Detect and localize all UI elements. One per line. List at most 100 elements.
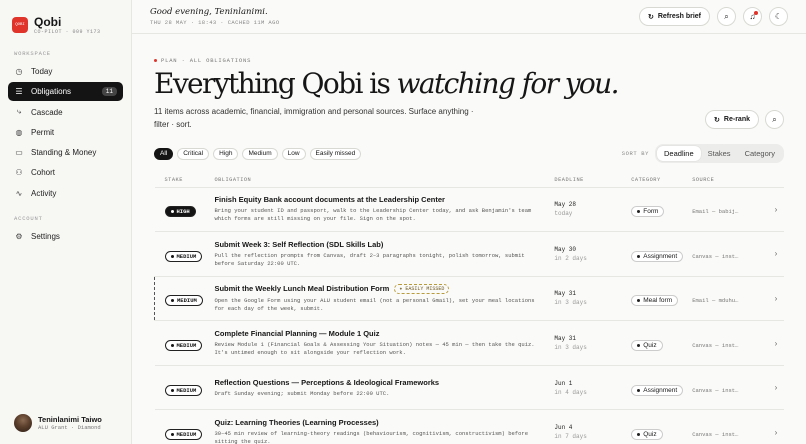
sidebar-item-activity[interactable]: ∿ Activity bbox=[8, 184, 123, 203]
column-header-stake[interactable]: STAKE bbox=[154, 173, 215, 188]
filter-bar: All Critical High Medium Low Easily miss… bbox=[154, 144, 784, 163]
category-dot-icon bbox=[637, 254, 641, 258]
notifications-button[interactable]: ♫ bbox=[743, 7, 762, 26]
obligation-description: 30–45 min review of learning-theory read… bbox=[214, 430, 529, 444]
table-row[interactable]: MEDIUM Submit Week 3: Self Reflection (S… bbox=[154, 231, 784, 277]
stake-badge: MEDIUM bbox=[165, 295, 203, 307]
chevron-right-icon[interactable]: › bbox=[768, 365, 784, 411]
brand[interactable]: QOBI Qobi CO-PILOT · 009 Y173 bbox=[8, 0, 123, 50]
filter-chip-medium[interactable]: Medium bbox=[242, 147, 278, 160]
stake-cell: MEDIUM bbox=[154, 276, 215, 322]
source-label: Canvas — inst… bbox=[692, 342, 739, 350]
red-dot-icon bbox=[154, 59, 157, 62]
refresh-brief-button[interactable]: ↻ Refresh brief bbox=[638, 7, 710, 26]
moon-icon: ☾ bbox=[774, 12, 783, 21]
page-description: 11 items across academic, financial, imm… bbox=[154, 107, 474, 129]
source-label: Canvas — inst… bbox=[692, 431, 739, 439]
stake-dot-icon bbox=[170, 210, 174, 214]
obligation-description: Draft Sunday evening; submit Monday befo… bbox=[214, 389, 390, 397]
brand-subtitle: CO-PILOT · 009 Y173 bbox=[34, 28, 101, 35]
chevron-right-icon[interactable]: › bbox=[768, 276, 784, 322]
filter-chip-low[interactable]: Low bbox=[281, 147, 306, 160]
sidebar-item-obligations[interactable]: ☰ Obligations 11 bbox=[8, 82, 123, 102]
sort-option-category[interactable]: Category bbox=[738, 146, 782, 161]
eyebrow-label: PLAN · ALL OBLIGATIONS bbox=[161, 57, 252, 64]
deadline-date: May 31 bbox=[554, 290, 577, 298]
table-row[interactable]: HIGH Finish Equity Bank account document… bbox=[154, 187, 784, 233]
sidebar-item-label: Standing & Money bbox=[31, 148, 97, 158]
stake-dot-icon bbox=[171, 299, 174, 303]
sidebar-item-permit[interactable]: ◍ Permit bbox=[8, 123, 123, 142]
filter-chip-all[interactable]: All bbox=[154, 147, 174, 160]
column-header-obligation[interactable]: OBLIGATION bbox=[214, 173, 555, 188]
sort-option-deadline[interactable]: Deadline bbox=[657, 146, 701, 161]
search-icon: ⌕ bbox=[724, 11, 729, 21]
deadline-cell: Jun 1 in 4 days bbox=[554, 365, 632, 411]
deadline-date: May 30 bbox=[554, 245, 577, 253]
sort-by-label: SORT BY bbox=[621, 150, 650, 157]
table-row[interactable]: MEDIUM Complete Financial Planning — Mod… bbox=[154, 320, 784, 366]
column-header-category[interactable]: CATEGORY bbox=[631, 173, 693, 188]
chevron-right-icon[interactable]: › bbox=[768, 187, 784, 233]
cascade-icon: ⤷ bbox=[16, 107, 22, 117]
source-label: Canvas — inst… bbox=[692, 252, 739, 260]
category-cell: Quiz bbox=[631, 320, 693, 366]
stake-cell: MEDIUM bbox=[154, 409, 215, 444]
category-dot-icon bbox=[637, 210, 641, 214]
column-header-deadline[interactable]: DEADLINE bbox=[554, 173, 632, 188]
category-cell: Assignment bbox=[631, 231, 693, 277]
search-button[interactable]: ⌕ bbox=[717, 7, 736, 26]
obligations-table: STAKE OBLIGATION DEADLINE CATEGORY SOURC… bbox=[154, 173, 784, 444]
category-badge: Meal form bbox=[631, 295, 679, 307]
deadline-date: Jun 4 bbox=[554, 424, 573, 432]
sidebar-item-cascade[interactable]: ⤷ Cascade bbox=[8, 103, 123, 122]
deadline-cell: May 31 in 3 days bbox=[554, 320, 632, 366]
obligation-title-line: Complete Financial Planning — Module 1 Q… bbox=[214, 329, 554, 338]
theme-toggle-button[interactable]: ☾ bbox=[769, 7, 788, 26]
column-header-action bbox=[768, 173, 784, 188]
filter-chip-critical[interactable]: Critical bbox=[177, 147, 210, 160]
sidebar-item-settings[interactable]: ⚙ Settings bbox=[8, 227, 123, 246]
filter-chip-high[interactable]: High bbox=[213, 147, 239, 160]
filter-chip-easily-missed[interactable]: Easily missed bbox=[309, 147, 362, 160]
obligation-cell: Complete Financial Planning — Module 1 Q… bbox=[214, 320, 555, 366]
obligation-title-line: Submit the Weekly Lunch Meal Distributio… bbox=[214, 283, 554, 294]
source-label: Email — babij… bbox=[692, 208, 739, 216]
source-label: Email — mduhu… bbox=[692, 297, 739, 305]
table-row[interactable]: MEDIUM Submit the Weekly Lunch Meal Dist… bbox=[154, 276, 784, 322]
category-label: Meal form bbox=[643, 297, 673, 305]
source-cell: Email — babij… bbox=[692, 187, 769, 233]
obligation-cell: Submit the Weekly Lunch Meal Distributio… bbox=[214, 276, 555, 322]
deadline-relative: in 3 days bbox=[554, 344, 587, 352]
page-title-plain: Everything Qobi is bbox=[154, 67, 397, 100]
obligation-cell: Reflection Questions — Perceptions & Ide… bbox=[214, 365, 555, 411]
sidebar-item-cohort[interactable]: ⚇ Cohort bbox=[8, 163, 123, 182]
stake-dot-icon bbox=[170, 388, 174, 392]
easily-missed-label: EASILY MISSED bbox=[405, 285, 445, 292]
page-title: Everything Qobi is watching for you. bbox=[154, 69, 784, 99]
re-rank-label: Re-rank bbox=[723, 116, 750, 123]
chevron-right-icon[interactable]: › bbox=[768, 320, 784, 366]
table-search-button[interactable]: ⌕ bbox=[765, 110, 784, 129]
obligation-title: Complete Financial Planning — Module 1 Q… bbox=[214, 329, 380, 339]
sidebar-item-standing-money[interactable]: ▭ Standing & Money bbox=[8, 143, 123, 162]
sort-option-stakes[interactable]: Stakes bbox=[701, 146, 738, 161]
datetime-status: THU 28 MAY · 18:43 · CACHED 11M AGO bbox=[150, 19, 280, 26]
chevron-right-icon[interactable]: › bbox=[768, 231, 784, 277]
stake-label: MEDIUM bbox=[176, 431, 197, 439]
re-rank-button[interactable]: ↻ Re-rank bbox=[705, 110, 759, 129]
column-header-source[interactable]: SOURCE bbox=[692, 173, 769, 188]
deadline-cell: Jun 4 in 7 days bbox=[554, 409, 632, 444]
stake-label: MEDIUM bbox=[177, 297, 197, 305]
obligation-description: Open the Google Form using your ALU stud… bbox=[214, 296, 535, 312]
sidebar-item-label: Activity bbox=[31, 188, 57, 198]
table-row[interactable]: MEDIUM Reflection Questions — Perception… bbox=[154, 365, 784, 411]
chevron-right-icon[interactable]: › bbox=[768, 409, 784, 444]
table-row[interactable]: MEDIUM Quiz: Learning Theories (Learning… bbox=[154, 409, 784, 444]
stake-cell: HIGH bbox=[154, 187, 215, 233]
user-profile[interactable]: Teninlanimi Taiwo ALU Grant · Diamond bbox=[14, 414, 102, 432]
user-name: Teninlanimi Taiwo bbox=[38, 415, 102, 424]
sidebar-item-today[interactable]: ◷ Today bbox=[8, 62, 123, 81]
wallet-icon: ▭ bbox=[15, 148, 23, 158]
obligation-description: Bring your student ID and passport, walk… bbox=[214, 207, 532, 223]
